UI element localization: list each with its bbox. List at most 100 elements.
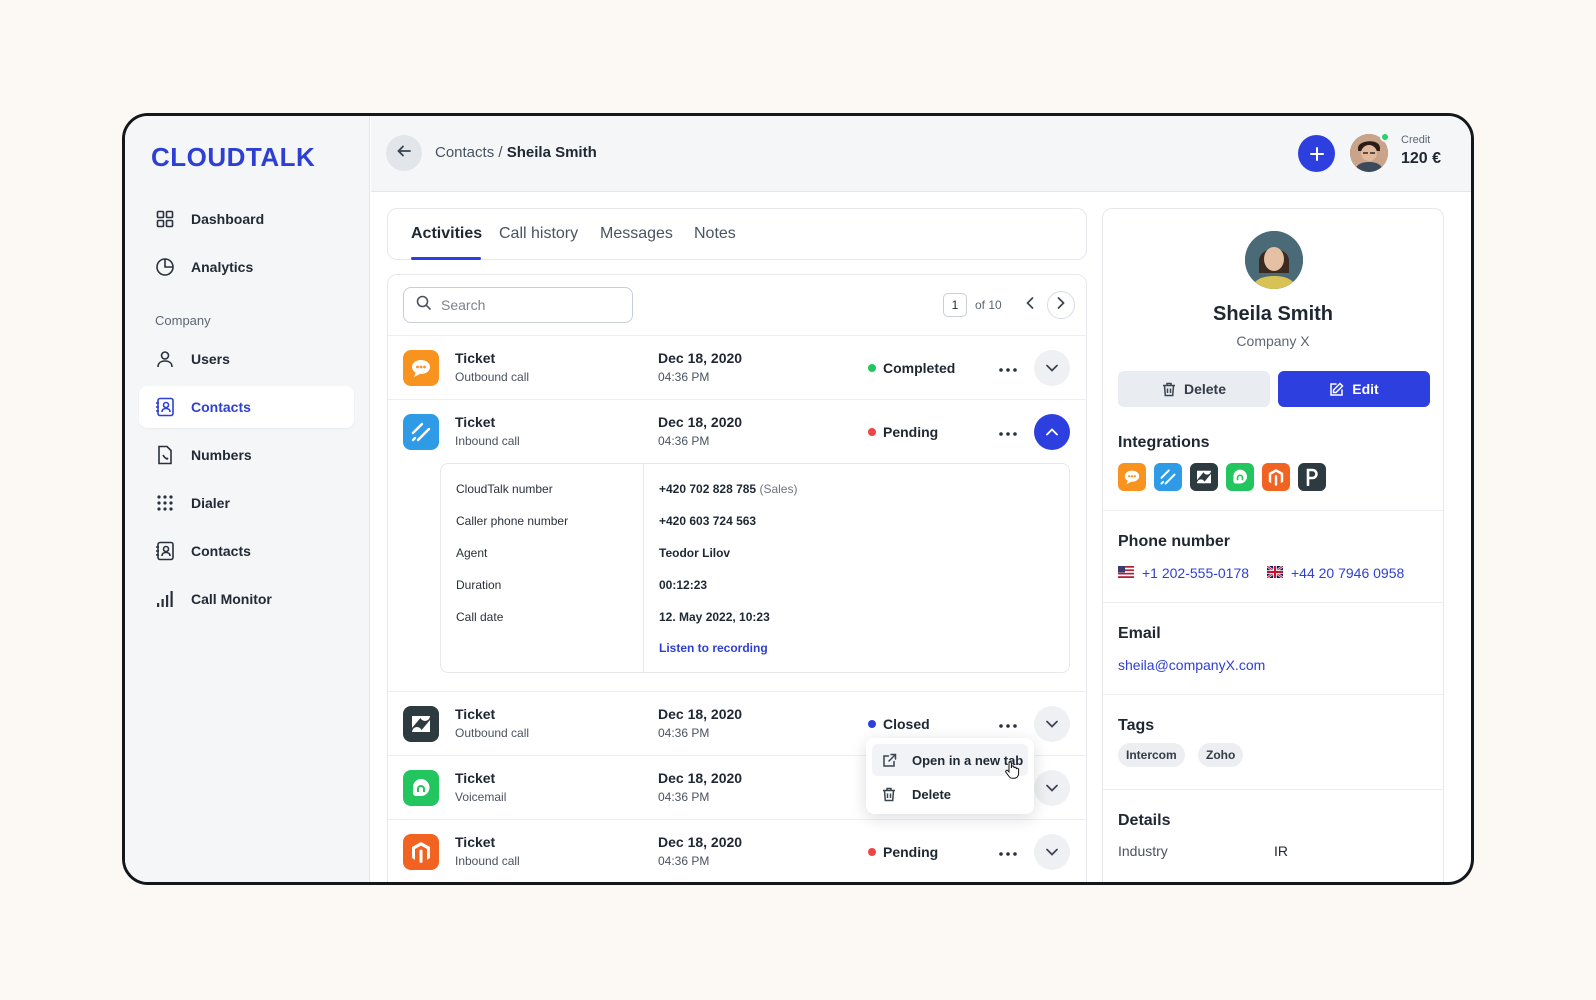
dialpad-icon (155, 493, 175, 513)
zendesk-icon[interactable] (1190, 463, 1218, 491)
status-dot (868, 848, 876, 856)
more-options-button[interactable] (996, 842, 1020, 862)
activity-time: 04:36 PM (658, 370, 710, 384)
contact-company: Company X (1236, 333, 1310, 349)
activity-type: Outbound call (455, 370, 530, 384)
freshdesk-icon (403, 770, 439, 806)
more-options-button[interactable] (996, 714, 1020, 734)
sidebar-item-call-monitor[interactable]: Call Monitor (139, 578, 354, 620)
edit-contact-button[interactable]: Edit (1278, 371, 1430, 407)
listen-recording-link[interactable]: Listen to recording (659, 641, 768, 655)
status-dot (868, 364, 876, 372)
page-number-input[interactable]: 1 (943, 293, 967, 317)
integrations-title: Integrations (1118, 434, 1210, 451)
phone-link-us[interactable]: +1 202-555-0178 (1118, 565, 1249, 581)
sidebar-item-label: Numbers (191, 447, 252, 463)
tag-chip[interactable]: Zoho (1198, 743, 1244, 767)
sidebar-item-label: Analytics (191, 259, 254, 275)
caller-number: +420 603 724 563 (659, 514, 757, 528)
bar-chart-icon (155, 589, 175, 609)
expand-button[interactable] (1034, 706, 1070, 742)
chevron-up-icon (1046, 423, 1058, 441)
prev-page-button[interactable] (1018, 293, 1042, 317)
activity-row[interactable]: Ticket Inbound call Dec 18, 2020 04:36 P… (388, 819, 1086, 882)
button-label: Delete (1183, 381, 1227, 397)
detail-value: +420 702 828 785 (Sales) (659, 482, 797, 496)
tab-messages[interactable]: Messages (600, 225, 673, 243)
status-dot (868, 720, 876, 728)
activity-title: Ticket (455, 834, 496, 850)
phone-number: +1 202-555-0178 (1142, 565, 1250, 581)
delete-contact-button[interactable]: Delete (1118, 371, 1270, 407)
chat-bubble-icon[interactable] (1118, 463, 1146, 491)
chat-bubble-icon (403, 350, 439, 386)
collapse-button[interactable] (1034, 414, 1070, 450)
back-button[interactable] (386, 135, 422, 171)
credit-value: 120 € (1401, 150, 1442, 167)
industry-label: Industry (1118, 843, 1168, 859)
email-link[interactable]: sheila@companyX.com (1118, 657, 1265, 673)
contact-avatar (1245, 231, 1303, 289)
more-options-button[interactable] (996, 422, 1020, 442)
active-tab-indicator (411, 257, 481, 260)
contact-profile-panel: Sheila Smith Company X Delete Edit Integ… (1102, 208, 1444, 882)
button-label: Edit (1352, 381, 1379, 397)
cloudtalk-logo[interactable]: CLOUDTALK (151, 142, 315, 173)
activity-row[interactable]: Ticket Outbound call Dec 18, 2020 04:36 … (388, 335, 1086, 399)
sidebar-item-contacts-2[interactable]: Contacts (139, 530, 354, 572)
magento-icon[interactable] (1262, 463, 1290, 491)
sidebar-item-users[interactable]: Users (139, 338, 354, 380)
credit-label: Credit (1401, 134, 1431, 146)
slash-lines-icon (403, 414, 439, 450)
status-label: Pending (883, 424, 939, 440)
tabs-bar: Activities Call history Messages Notes (387, 208, 1087, 260)
sidebar-item-analytics[interactable]: Analytics (139, 246, 354, 288)
status-badge: Closed (868, 716, 930, 732)
tab-call-history[interactable]: Call history (499, 225, 578, 243)
hand-cursor-icon (1004, 761, 1020, 784)
slash-lines-icon[interactable] (1154, 463, 1182, 491)
pipedrive-icon[interactable] (1298, 463, 1326, 491)
search-box[interactable] (403, 287, 633, 323)
activity-title: Ticket (455, 770, 496, 786)
tab-activities[interactable]: Activities (411, 225, 482, 243)
search-input[interactable] (441, 297, 611, 313)
detail-label: CloudTalk number (456, 482, 553, 496)
activities-list: 1 of 10 Ticket Outbound call Dec 18, 202… (387, 274, 1087, 882)
sidebar-item-contacts[interactable]: Contacts (139, 386, 354, 428)
phone-file-icon (155, 445, 175, 465)
ellipsis-icon (999, 715, 1017, 733)
sidebar-item-dashboard[interactable]: Dashboard (139, 198, 354, 240)
breadcrumb: Contacts / Sheila Smith (435, 144, 597, 161)
tag-chip[interactable]: Intercom (1118, 743, 1185, 767)
sidebar-item-numbers[interactable]: Numbers (139, 434, 354, 476)
sidebar: CLOUDTALK Dashboard Analytics Company Us… (125, 116, 370, 882)
detail-label: Caller phone number (456, 514, 569, 528)
status-dot (868, 428, 876, 436)
breadcrumb-parent[interactable]: Contacts (435, 144, 494, 161)
us-flag-icon (1118, 565, 1142, 581)
detail-label: Duration (456, 578, 502, 592)
activity-title: Ticket (455, 414, 496, 430)
more-options-button[interactable] (996, 358, 1020, 378)
next-page-button[interactable] (1047, 291, 1075, 319)
sidebar-item-dialer[interactable]: Dialer (139, 482, 354, 524)
chevron-down-icon (1046, 779, 1058, 797)
status-badge: Pending (868, 844, 938, 860)
expand-button[interactable] (1034, 770, 1070, 806)
add-button[interactable] (1298, 135, 1335, 172)
plus-icon (1309, 140, 1324, 168)
page-total: of 10 (975, 298, 1002, 312)
activity-date: Dec 18, 2020 (658, 350, 743, 366)
zendesk-icon (403, 706, 439, 742)
activity-type: Voicemail (455, 790, 507, 804)
activity-date: Dec 18, 2020 (658, 706, 743, 722)
phone-link-uk[interactable]: +44 20 7946 0958 (1266, 565, 1404, 581)
expand-button[interactable] (1034, 350, 1070, 386)
detail-label: Call date (456, 610, 504, 624)
tab-notes[interactable]: Notes (694, 225, 736, 243)
activity-time: 04:36 PM (658, 434, 710, 448)
expand-button[interactable] (1034, 834, 1070, 870)
freshdesk-icon[interactable] (1226, 463, 1254, 491)
activity-title: Ticket (455, 706, 496, 722)
